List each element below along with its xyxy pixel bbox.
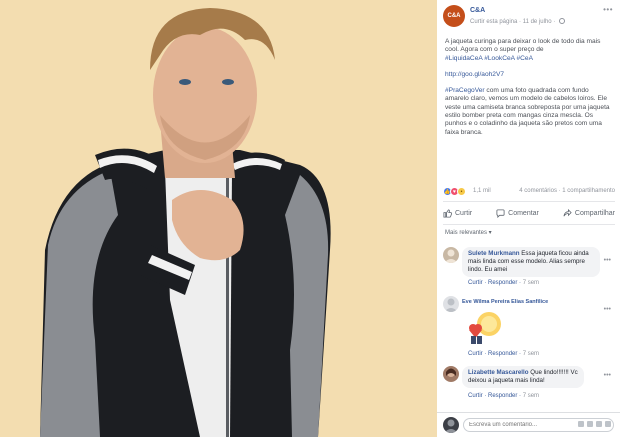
hashtags[interactable]: #LiquidaCeA #LookCeA #CeA [445, 55, 533, 62]
comment-time[interactable]: 7 sem [523, 351, 539, 357]
comment-bubble: Lizabette Mascarello Que lindo!!!!!!! Vc… [462, 366, 584, 388]
comment-item: Lizabette Mascarello Que lindo!!!!!!! Vc… [443, 366, 615, 408]
post-header: C&A C&A Curtir esta página · 11 de julho… [443, 5, 615, 31]
comment-reply-link[interactable]: Responder [488, 351, 517, 357]
comment-options-button[interactable]: ••• [604, 257, 611, 264]
facebook-photo-viewer: C&A C&A Curtir esta página · 11 de julho… [0, 0, 620, 437]
post-link-paragraph: http://goo.gl/aoh2V7 [445, 71, 613, 79]
comment-bubble: Sulete Murkmann Essa jaqueta ficou ainda… [462, 247, 600, 277]
page-name-link[interactable]: C&A [470, 7, 485, 14]
comment-like-link[interactable]: Curtir [468, 280, 483, 286]
comments-count[interactable]: 4 comentários [519, 188, 557, 194]
emoji-icon[interactable] [578, 421, 584, 427]
comment-time[interactable]: 7 sem [523, 393, 539, 399]
commenter-name[interactable]: Sulete Murkmann [468, 250, 520, 257]
comment-sort-filter[interactable]: Mais relevantes ▾ [445, 229, 492, 236]
sticker-icon[interactable] [605, 421, 611, 427]
share-icon [563, 208, 572, 216]
shares-count[interactable]: 1 compartilhamento [562, 188, 615, 194]
comment-share-counts: 4 comentários · 1 compartilhamento [519, 188, 615, 194]
comment-actions: Curtir · Responder · 7 sem [468, 351, 540, 357]
post-options-button[interactable]: ••• [603, 5, 613, 14]
comment-tools [578, 421, 611, 427]
post-photo[interactable] [0, 0, 437, 437]
comment-actions: Curtir · Responder · 7 sem [468, 393, 540, 399]
model-photo-illustration [0, 0, 437, 437]
comment-time[interactable]: 7 sem [523, 280, 539, 286]
comment-button[interactable]: Comentar [496, 205, 539, 221]
comment-item: Eve Wilma Pereira Elias Sanfilice ••• Cu… [443, 296, 615, 360]
comment-options-button[interactable]: ••• [604, 306, 611, 313]
divider [443, 201, 615, 202]
commenter-avatar[interactable] [443, 247, 459, 263]
thumbs-up-icon [443, 208, 452, 218]
sticker-image[interactable] [463, 308, 503, 348]
gif-icon[interactable] [596, 421, 602, 427]
globe-icon [558, 18, 565, 24]
comment-like-link[interactable]: Curtir [468, 393, 483, 399]
reactions-summary: 👍 ♥ • 1,1 mil 4 comentários · 1 comparti… [443, 186, 615, 198]
page-logo[interactable]: C&A [443, 5, 465, 27]
share-button[interactable]: Compartilhar [563, 205, 615, 221]
reaction-icons[interactable]: 👍 ♥ • [443, 187, 466, 196]
post-meta: Curtir esta página · 11 de julho · [470, 18, 565, 25]
post-date[interactable]: 11 de julho [523, 19, 552, 25]
like-button[interactable]: Curtir [443, 205, 472, 221]
follow-page-link[interactable]: Curtir esta página [470, 19, 517, 25]
comment-actions: Curtir · Responder · 7 sem [468, 280, 540, 286]
comment-icon [496, 208, 505, 218]
post-actions: Curtir Comentar Compartilhar [443, 205, 615, 221]
post-details-pane: C&A C&A Curtir esta página · 11 de julho… [437, 0, 620, 437]
comment-item: Sulete Murkmann Essa jaqueta ficou ainda… [443, 247, 615, 292]
commenter-name[interactable]: Lizabette Mascarello [468, 369, 529, 376]
post-link[interactable]: http://goo.gl/aoh2V7 [445, 71, 504, 78]
comment-like-link[interactable]: Curtir [468, 351, 483, 357]
camera-icon[interactable] [587, 421, 593, 427]
wow-reaction-icon: • [457, 187, 466, 196]
reaction-count[interactable]: 1,1 mil [473, 188, 491, 194]
comment-reply-link[interactable]: Responder [488, 280, 517, 286]
commenter-avatar[interactable] [443, 296, 459, 312]
write-comment-bar [437, 412, 620, 437]
comment-reply-link[interactable]: Responder [488, 393, 517, 399]
post-text: A jaqueta curinga para deixar o look de … [445, 38, 613, 145]
commenter-avatar[interactable] [443, 366, 459, 382]
comment-options-button[interactable]: ••• [604, 372, 611, 379]
current-user-avatar [443, 417, 459, 433]
post-paragraph-1: A jaqueta curinga para deixar o look de … [445, 38, 601, 62]
post-paragraph-2: #PraCegoVer com uma foto quadrada com fu… [445, 87, 610, 136]
divider [443, 224, 615, 225]
commenter-name[interactable]: Eve Wilma Pereira Elias Sanfilice [462, 299, 548, 305]
hashtag-pracegover[interactable]: #PraCegoVer [445, 87, 485, 94]
